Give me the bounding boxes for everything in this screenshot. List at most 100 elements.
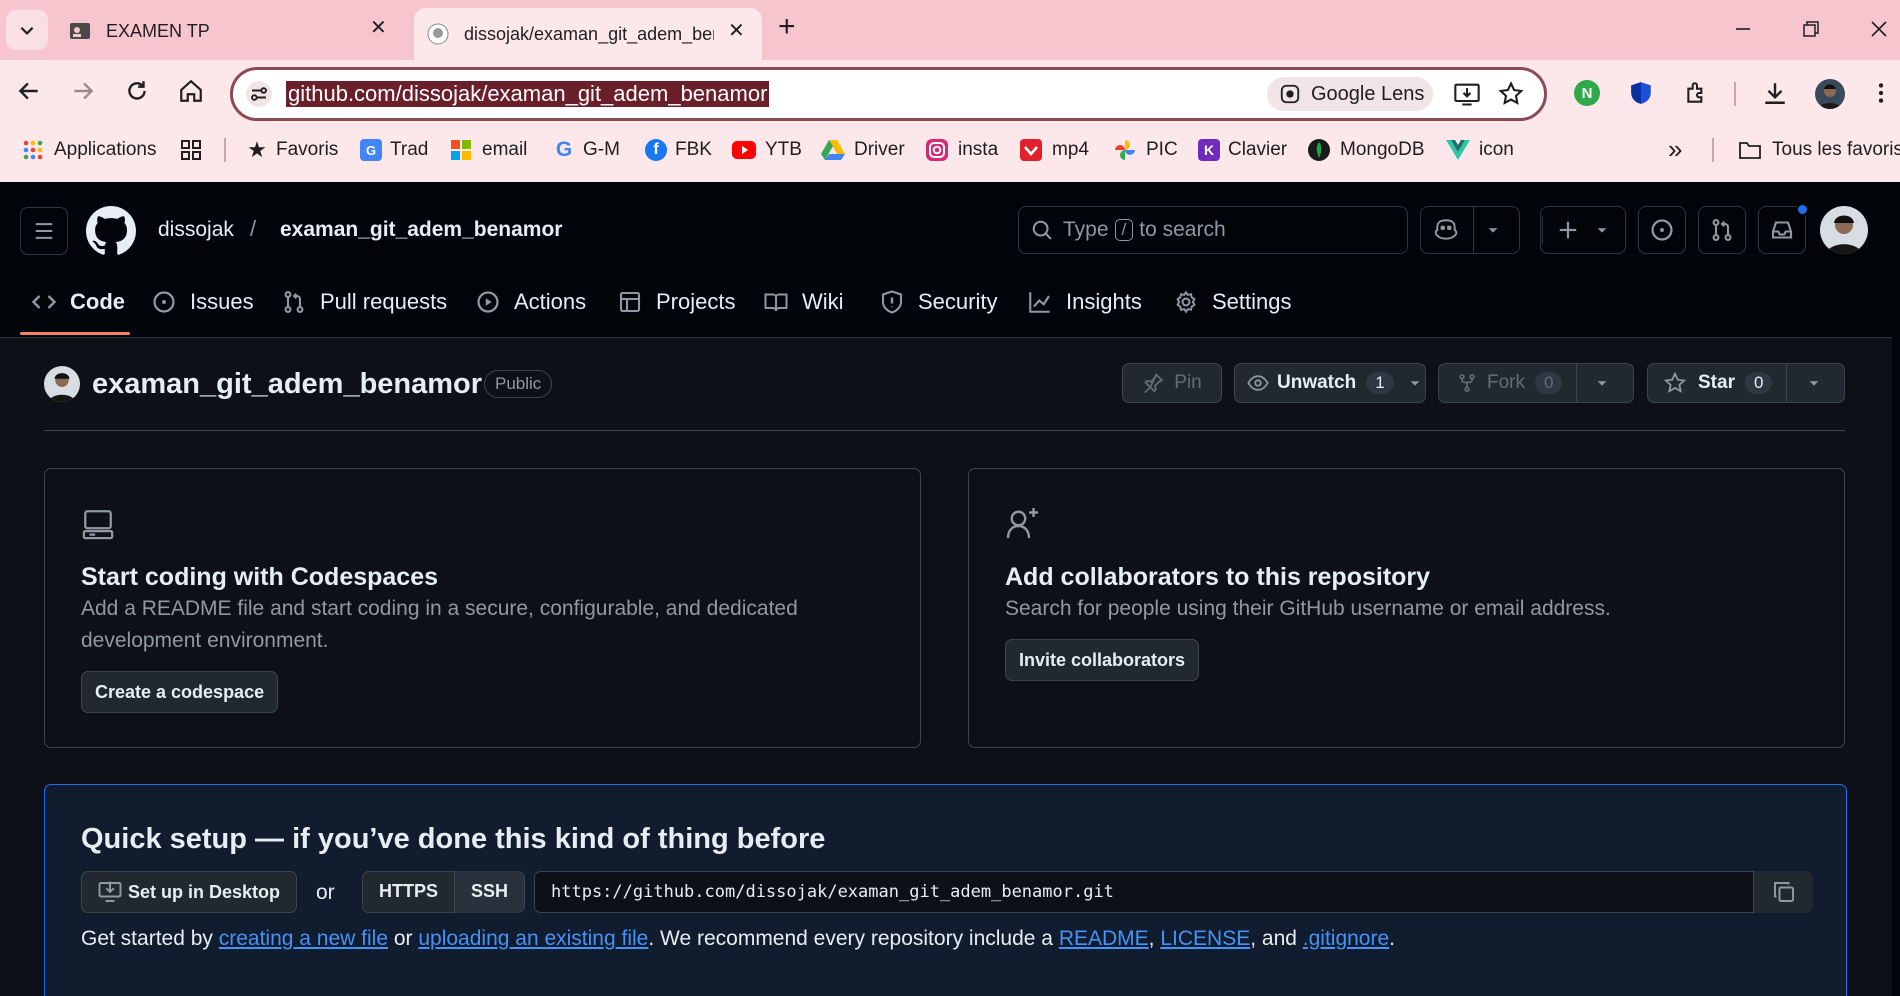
avatar-icon <box>48 373 76 402</box>
site-info-icon[interactable] <box>245 80 273 108</box>
create-new-button[interactable] <box>1540 206 1626 254</box>
bookmark-applications[interactable]: Applications <box>22 137 156 163</box>
tab-examen[interactable]: EXAMEN TP ✕ <box>56 8 402 54</box>
pin-icon <box>1144 373 1164 394</box>
reload-icon[interactable] <box>124 78 150 104</box>
extensions-puzzle-icon[interactable] <box>1684 80 1710 106</box>
extension-shield-icon[interactable] <box>1628 80 1654 106</box>
tab-groups-icon[interactable] <box>180 139 202 161</box>
clone-url-input[interactable]: https://github.com/dissojak/examan_git_a… <box>534 871 1813 913</box>
lens-label: Google Lens <box>1311 82 1425 105</box>
text-segment: Get started by <box>81 927 219 950</box>
bookmark-mongodb[interactable]: MongoDB <box>1308 137 1425 163</box>
bookmark-label: Applications <box>54 139 157 160</box>
collaborators-title: Add collaborators to this repository <box>1005 563 1431 591</box>
bookmark-trad[interactable]: G Trad <box>360 137 428 163</box>
create-new-file-link[interactable]: creating a new file <box>219 927 388 950</box>
install-app-icon[interactable] <box>1453 80 1481 108</box>
play-icon <box>477 291 499 313</box>
tab-code[interactable]: Code <box>32 284 125 320</box>
repo-owner-link[interactable]: dissojak <box>158 218 234 242</box>
bookmark-driver[interactable]: Driver <box>821 137 905 163</box>
url-text[interactable]: github.com/dissojak/examan_git_adem_bena… <box>286 81 770 107</box>
close-window-icon[interactable] <box>1870 20 1888 38</box>
user-avatar[interactable] <box>1820 206 1868 254</box>
https-button[interactable]: HTTPS <box>363 871 456 913</box>
tab-github[interactable]: dissojak/examan_git_adem_ben ✕ <box>414 8 762 60</box>
more-bookmarks-icon[interactable]: » <box>1668 134 1682 165</box>
bookmark-clavier[interactable]: K Clavier <box>1198 137 1287 163</box>
profile-avatar[interactable] <box>1815 79 1845 109</box>
close-icon[interactable]: ✕ <box>370 18 387 38</box>
bookmark-mp4[interactable]: mp4 <box>1020 137 1089 163</box>
chevron-down-icon[interactable] <box>1595 376 1609 390</box>
tab-pull-requests[interactable]: Pull requests <box>282 284 447 320</box>
close-icon[interactable]: ✕ <box>728 21 745 41</box>
back-icon[interactable] <box>16 78 42 104</box>
quick-setup-title: Quick setup — if you’ve done this kind o… <box>81 823 826 855</box>
address-bar[interactable]: github.com/dissojak/examan_git_adem_bena… <box>230 67 1547 121</box>
tab-issues[interactable]: Issues <box>152 284 254 320</box>
pinwheel-icon <box>1115 140 1135 160</box>
scrollbar[interactable] <box>1892 182 1900 996</box>
ssh-button[interactable]: SSH <box>455 871 525 913</box>
all-bookmarks-folder[interactable]: Tous les favoris <box>1738 137 1900 163</box>
breadcrumb-separator: / <box>250 216 257 241</box>
pin-button[interactable]: Pin <box>1122 363 1222 403</box>
invite-collaborators-button[interactable]: Invite collaborators <box>1005 639 1200 681</box>
github-logo-icon[interactable] <box>86 206 136 256</box>
bookmark-ytb[interactable]: YTB <box>732 137 802 163</box>
tab-settings[interactable]: Settings <box>1174 284 1292 320</box>
copilot-button[interactable] <box>1420 206 1520 254</box>
forward-icon[interactable] <box>70 78 96 104</box>
restore-icon[interactable] <box>1802 20 1820 38</box>
bookmark-insta[interactable]: insta <box>926 137 998 163</box>
bookmark-favoris[interactable]: ★ Favoris <box>246 137 338 163</box>
codespaces-title: Start coding with Codespaces <box>81 563 439 591</box>
search-input[interactable]: Type / to search <box>1018 206 1408 254</box>
home-icon[interactable] <box>178 78 204 104</box>
bookmark-fbk[interactable]: f FBK <box>645 137 712 163</box>
bookmark-gm[interactable]: G G-M <box>553 137 620 163</box>
downloads-icon[interactable] <box>1762 80 1788 106</box>
unwatch-button[interactable]: Unwatch 1 <box>1234 363 1426 403</box>
repo-name-link[interactable]: examan_git_adem_benamor <box>280 218 562 242</box>
readme-link[interactable]: README <box>1059 927 1149 950</box>
bookmark-email[interactable]: email <box>450 137 527 163</box>
new-tab-icon[interactable]: + <box>778 12 796 42</box>
issues-button[interactable] <box>1638 206 1686 254</box>
quick-setup-box: Quick setup — if you’ve done this kind o… <box>44 784 1847 996</box>
tab-wiki[interactable]: Wiki <box>764 284 844 320</box>
bookmark-icon[interactable]: icon <box>1446 137 1514 163</box>
fork-button[interactable]: Fork 0 <box>1438 363 1634 403</box>
tab-security[interactable]: Security <box>880 284 997 320</box>
copy-button[interactable] <box>1753 871 1813 913</box>
chevron-down-icon[interactable] <box>1807 376 1821 390</box>
tab-actions[interactable]: Actions <box>476 284 586 320</box>
shield-icon <box>881 290 903 314</box>
chevron-down-icon <box>1410 381 1420 386</box>
chevron-down-icon[interactable] <box>1486 223 1500 237</box>
license-link[interactable]: LICENSE <box>1160 927 1250 950</box>
keyboard-icon: K <box>1198 139 1220 161</box>
star-button[interactable]: Star 0 <box>1647 363 1845 403</box>
pin-label: Pin <box>1174 372 1202 393</box>
setup-in-desktop-button[interactable]: Set up in Desktop <box>81 871 298 913</box>
bookmark-star-icon[interactable] <box>1497 80 1525 108</box>
minimize-icon[interactable] <box>1734 20 1752 38</box>
tab-search-button[interactable] <box>6 10 48 50</box>
upload-file-link[interactable]: uploading an existing file <box>418 927 648 950</box>
repo-title[interactable]: examan_git_adem_benamor <box>92 368 482 401</box>
tab-insights[interactable]: Insights <box>1028 284 1142 320</box>
create-codespace-button[interactable]: Create a codespace <box>81 671 279 713</box>
tab-title: dissojak/examan_git_adem_ben <box>464 23 714 44</box>
extension-n-icon[interactable]: N <box>1574 80 1600 106</box>
menu-kebab-icon[interactable] <box>1870 80 1892 106</box>
chevron-down-icon <box>20 26 34 35</box>
tab-projects[interactable]: Projects <box>618 284 735 320</box>
bookmark-pic[interactable]: PIC <box>1114 137 1178 163</box>
google-lens-button[interactable]: Google Lens <box>1267 77 1433 111</box>
global-menu-button[interactable] <box>20 207 68 255</box>
pull-requests-button[interactable] <box>1698 206 1746 254</box>
gitignore-link[interactable]: .gitignore <box>1303 927 1389 950</box>
